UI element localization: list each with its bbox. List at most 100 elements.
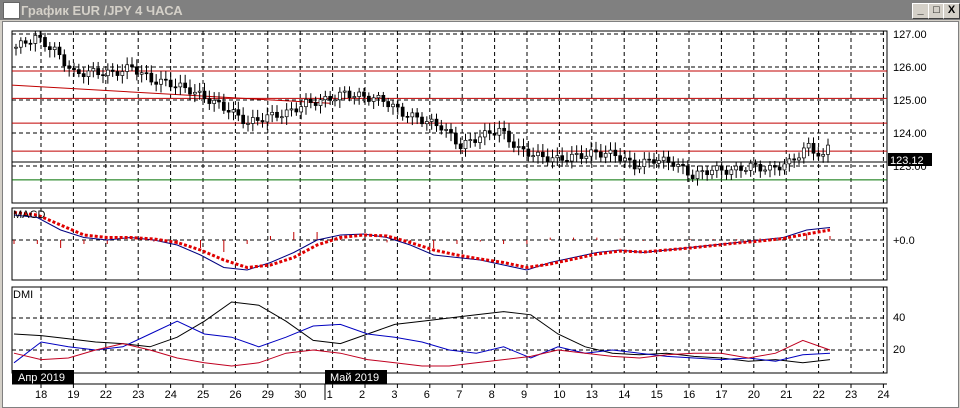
candle-body <box>270 111 275 116</box>
date-tick-label: 26 <box>229 389 241 401</box>
macd-label: MACD <box>13 209 45 221</box>
candle-body <box>821 154 826 157</box>
candle-body <box>23 40 28 44</box>
candle-body <box>163 78 168 81</box>
candle-body <box>478 136 482 143</box>
candle-body <box>763 169 768 172</box>
candle-body <box>81 73 86 77</box>
date-tick-label: 18 <box>35 389 47 401</box>
candle-body <box>130 64 134 68</box>
candle-body <box>236 109 241 116</box>
price-tick: 127.00 <box>893 29 927 41</box>
candle-body <box>521 146 526 150</box>
candle-body <box>67 65 72 69</box>
candle-body <box>342 90 347 93</box>
date-tick-label: 24 <box>165 389 177 401</box>
candle-body <box>540 151 545 158</box>
candle-body <box>328 96 333 101</box>
candle-body <box>429 118 434 122</box>
date-tick-label: 3 <box>391 389 397 401</box>
candle-body <box>101 74 105 77</box>
candle-body <box>497 127 502 136</box>
candle-body <box>308 99 313 103</box>
candle-body <box>424 121 429 125</box>
candle-body <box>536 151 540 157</box>
candle-body <box>376 95 381 99</box>
candle-body <box>444 129 449 131</box>
candle-body <box>154 81 159 85</box>
candle-body <box>149 72 154 83</box>
candle-body <box>347 90 352 99</box>
candle-body <box>362 91 366 97</box>
date-tick-label: 16 <box>683 389 695 401</box>
candle-body <box>753 162 758 165</box>
candle-body <box>47 46 52 50</box>
month-label-apr: Апр 2019 <box>18 372 65 384</box>
date-tick-label: 22 <box>813 389 825 401</box>
candle-body <box>618 155 623 162</box>
candle-body <box>560 155 565 161</box>
candle-body <box>255 117 260 121</box>
candle-body <box>299 106 304 113</box>
candle-body <box>439 125 444 131</box>
candle-body <box>603 153 608 158</box>
candle-body <box>768 165 772 171</box>
date-tick-label: 22 <box>100 389 112 401</box>
date-tick-label: 6 <box>424 389 430 401</box>
candle-body <box>110 69 115 72</box>
candle-body <box>333 99 337 102</box>
candle-body <box>183 82 188 89</box>
candle-body <box>289 108 294 111</box>
candle-body <box>671 162 676 167</box>
candle-body <box>178 82 183 88</box>
candle-body <box>86 70 91 77</box>
date-tick-label: 21 <box>780 389 792 401</box>
candle-body <box>91 68 96 72</box>
date-tick-label: 19 <box>67 389 79 401</box>
candle-body <box>511 141 516 148</box>
candle-body <box>202 90 207 100</box>
candle-body <box>584 155 589 159</box>
chart-canvas[interactable]: 18 19 22 23 24 25 26 29 30 1 2 3 6 7 8 9 10 13 14 15 16 17 20 2… <box>0 0 960 408</box>
candle-body <box>14 46 18 49</box>
candle-body <box>453 132 458 145</box>
candle-body <box>371 97 376 102</box>
dmi-tick-40: 40 <box>893 312 905 324</box>
candle-body <box>487 130 492 134</box>
date-tick-label: 23 <box>132 389 144 401</box>
candle-body <box>613 149 618 157</box>
candle-body <box>246 123 250 125</box>
price-tick: 126.00 <box>893 62 927 74</box>
candle-body <box>792 158 797 161</box>
candle-body <box>690 174 695 179</box>
candle-body <box>410 112 415 118</box>
candle-body <box>574 153 579 155</box>
candle-body <box>569 153 574 162</box>
date-tick-label: 24 <box>877 389 889 401</box>
candle-body <box>294 108 299 113</box>
date-tick-label: 13 <box>586 389 598 401</box>
date-tick-label: 14 <box>618 389 630 401</box>
date-tick-label: 8 <box>489 389 495 401</box>
candle-body <box>420 116 424 125</box>
candle-body <box>241 114 246 125</box>
candle-body <box>801 147 806 159</box>
candle-body <box>391 103 395 108</box>
candle-body <box>748 162 753 171</box>
candle-body <box>76 69 81 74</box>
candle-body <box>777 166 782 171</box>
candle-body <box>449 129 453 134</box>
date-tick-label: 17 <box>715 389 727 401</box>
candle-body <box>724 169 729 175</box>
candle-body <box>57 46 62 56</box>
candle-body <box>545 156 550 163</box>
candle-body <box>632 159 637 170</box>
candle-body <box>33 34 38 44</box>
candle-body <box>381 95 386 102</box>
candle-body <box>105 69 110 77</box>
date-tick-label: 2 <box>359 389 365 401</box>
candle-body <box>18 40 23 48</box>
candle-body <box>695 170 700 179</box>
candle-body <box>787 158 792 165</box>
candle-body <box>323 96 328 101</box>
